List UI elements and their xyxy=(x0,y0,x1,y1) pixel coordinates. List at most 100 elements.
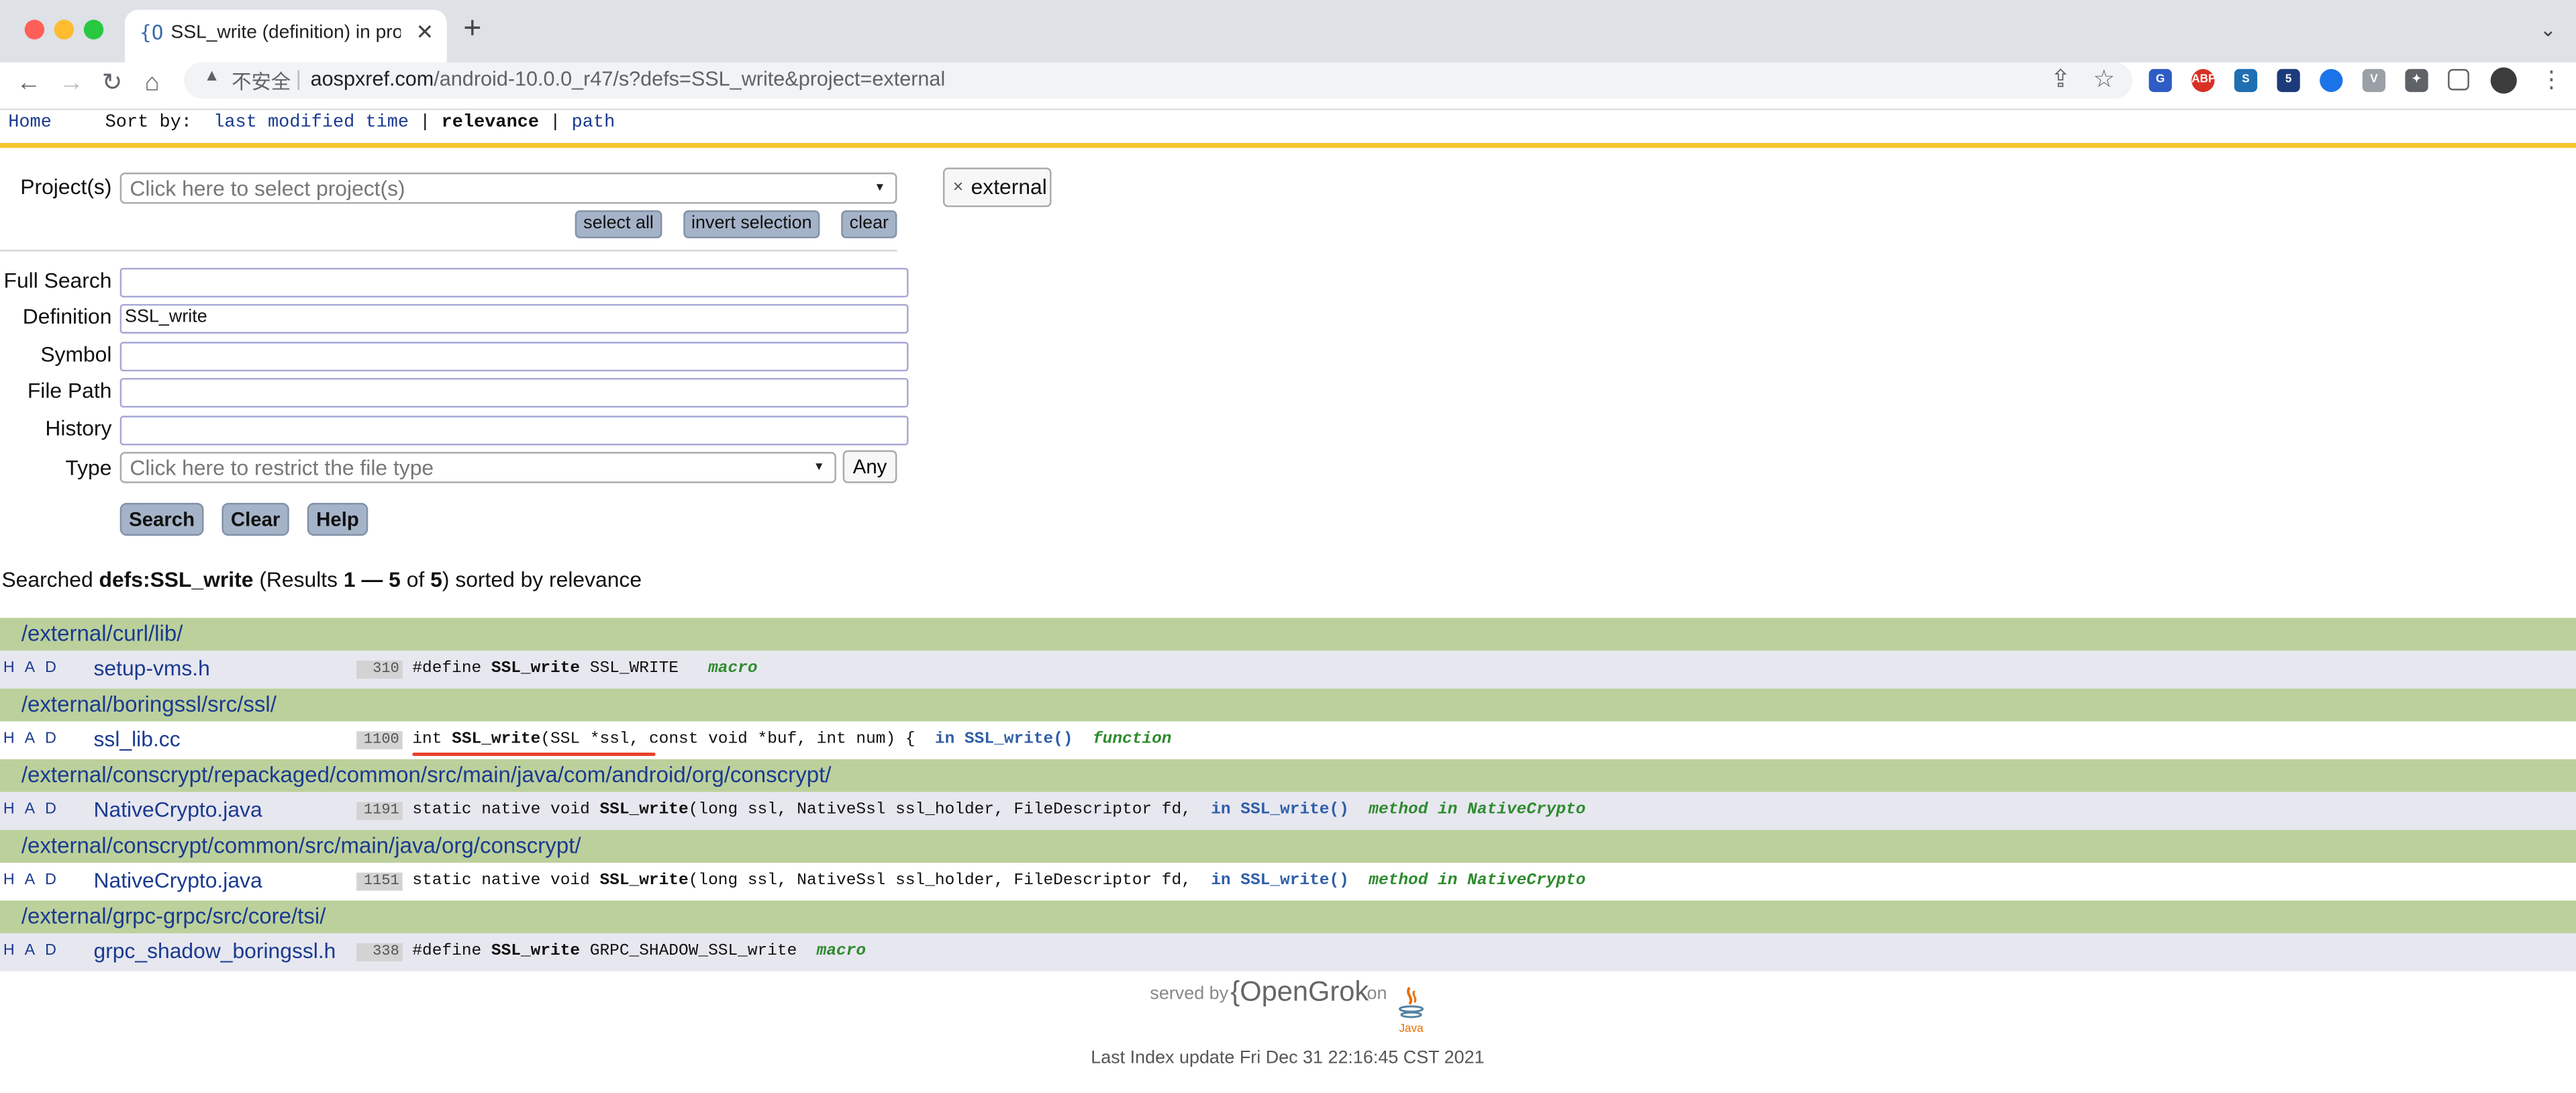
forward-arrow-icon[interactable]: → xyxy=(59,67,84,100)
new-tab-button[interactable]: + xyxy=(463,12,481,46)
history-label: History xyxy=(45,416,112,440)
select-all-button[interactable]: select all xyxy=(575,210,662,238)
minimize-window-button[interactable] xyxy=(54,19,75,40)
profile-avatar[interactable] xyxy=(2490,67,2517,94)
code-scope: in SSL_write() xyxy=(934,731,1073,750)
result-row: H A D setup-vms.h 310 #define SSL_write … xyxy=(0,651,2576,689)
extension-badge-count: 5 xyxy=(2285,74,2292,86)
summary-range-start: 1 xyxy=(343,567,356,592)
chrome-extension-icon[interactable] xyxy=(2320,68,2343,93)
code-snippet[interactable]: static native void SSL_write(long ssl, N… xyxy=(412,802,1585,820)
result-directory[interactable]: /external/grpc-grpc/src/core/tsi/ xyxy=(0,900,2576,934)
symbol-input[interactable] xyxy=(119,342,909,372)
result-directory[interactable]: /external/conscrypt/repackaged/common/sr… xyxy=(0,759,2576,792)
clear-projects-button[interactable]: clear xyxy=(841,210,897,238)
top-navigation: Home Sort by: last modified time | relev… xyxy=(0,109,2576,148)
result-file-link[interactable]: NativeCrypto.java xyxy=(94,797,262,822)
full-search-input[interactable] xyxy=(119,267,909,298)
last-index-update: Last Index update Fri Dec 31 22:16:45 CS… xyxy=(1091,1048,1485,1069)
history-annotate-download-links[interactable]: H A D xyxy=(3,942,60,960)
any-type-button[interactable]: Any xyxy=(842,450,897,483)
code-snippet[interactable]: static native void SSL_write(long ssl, N… xyxy=(412,873,1585,891)
code-suffix: (long ssl, NativeSsl ssl_holder, FileDes… xyxy=(688,872,1211,891)
result-row: H A D NativeCrypto.java 1191 static nati… xyxy=(0,792,2576,830)
chevron-down-icon[interactable]: ⌄ xyxy=(2540,18,2557,41)
symbol-label: Symbol xyxy=(40,342,112,367)
history-input[interactable] xyxy=(119,416,909,446)
opengrok-logo[interactable]: {OpenGrok xyxy=(1230,976,1369,1009)
summary-sorted: ) sorted by relevance xyxy=(442,567,642,592)
insecure-label[interactable]: 不安全 xyxy=(232,67,291,95)
history-annotate-download-links[interactable]: H A D xyxy=(3,730,60,748)
browser-tab-active[interactable]: {O SSL_write (definition) in projec ✕ xyxy=(125,9,447,63)
browser-toolbar: ← → ↻ ⌂ ▲ 不安全 | aospxref.com/android-10.… xyxy=(0,62,2576,110)
share-icon[interactable]: ⇪ xyxy=(2050,64,2071,94)
java-logo-label: Java xyxy=(1399,1021,1424,1035)
full-search-label: Full Search xyxy=(3,267,112,293)
sort-relevance-current: relevance xyxy=(441,113,540,134)
sort-by-label: Sort by: xyxy=(105,113,192,134)
sort-by-bar: Sort by: last modified time | relevance … xyxy=(105,113,615,133)
served-on-label: on xyxy=(1367,984,1387,1004)
file-path-input[interactable] xyxy=(119,377,909,408)
result-file-link[interactable]: grpc_shadow_boringssl.h xyxy=(94,939,336,963)
code-prefix: static native void xyxy=(412,802,600,820)
summary-query: defs:SSL_write xyxy=(99,567,254,592)
back-arrow-icon[interactable]: ← xyxy=(16,67,41,100)
history-annotate-download-links[interactable]: H A D xyxy=(3,659,60,677)
translate-extension-icon[interactable]: G xyxy=(2148,68,2172,93)
code-snippet[interactable]: int SSL_write(SSL *ssl, const void *buf,… xyxy=(412,731,1171,749)
home-icon[interactable]: ⌂ xyxy=(144,67,159,100)
code-snippet[interactable]: #define SSL_write GRPC_SHADOW_SSL_write … xyxy=(412,943,866,961)
history-annotate-download-links[interactable]: H A D xyxy=(3,800,60,818)
puzzle-extensions-icon[interactable]: ✦ xyxy=(2405,68,2428,93)
search-button[interactable]: Search xyxy=(119,502,204,536)
url-host: aospxref.com xyxy=(310,67,434,91)
java-logo-icon[interactable]: Java xyxy=(1395,984,1428,1037)
result-directory[interactable]: /external/curl/lib/ xyxy=(0,618,2576,651)
close-tab-icon[interactable]: ✕ xyxy=(415,19,434,46)
more-menu-icon[interactable]: ⋮ xyxy=(2540,66,2563,94)
sort-last-modified-link[interactable]: last modified time xyxy=(213,113,409,133)
opengrok-page: Home Sort by: last modified time | relev… xyxy=(0,109,2576,1093)
clear-button[interactable]: Clear xyxy=(221,502,289,536)
remove-chip-icon[interactable]: × xyxy=(953,169,964,205)
type-placeholder: Click here to restrict the file type xyxy=(130,455,434,480)
help-button[interactable]: Help xyxy=(307,502,368,536)
result-directory[interactable]: /external/conscrypt/common/src/main/java… xyxy=(0,830,2576,863)
code-kind: method in NativeCrypto xyxy=(1369,802,1586,820)
url-path: /android-10.0.0_r47/s?defs=SSL_write&pro… xyxy=(434,67,946,91)
line-number-link[interactable]: 1191 xyxy=(356,802,403,820)
project-select[interactable]: Click here to select project(s) ▼ xyxy=(119,173,897,204)
definition-input[interactable]: SSL_write xyxy=(119,303,909,334)
reload-icon[interactable]: ↻ xyxy=(102,67,123,100)
sort-path-link[interactable]: path xyxy=(572,113,615,133)
home-link[interactable]: Home xyxy=(8,113,52,133)
address-bar[interactable]: ▲ 不安全 | aospxref.com/android-10.0.0_r47/… xyxy=(184,62,2133,99)
result-file-link[interactable]: setup-vms.h xyxy=(94,656,210,681)
result-directory[interactable]: /external/boringssl/src/ssl/ xyxy=(0,688,2576,722)
extension-badge-icon[interactable]: 5 xyxy=(2277,68,2300,93)
code-suffix: (long ssl, NativeSsl ssl_holder, FileDes… xyxy=(688,802,1211,820)
code-snippet[interactable]: #define SSL_write SSL_WRITE macro xyxy=(412,661,757,679)
close-window-button[interactable] xyxy=(24,19,45,40)
result-file-link[interactable]: NativeCrypto.java xyxy=(94,867,262,892)
line-number-link[interactable]: 338 xyxy=(356,943,403,961)
sort-separator: | xyxy=(419,113,431,134)
code-kind: function xyxy=(1092,731,1172,750)
bookmark-star-icon[interactable]: ☆ xyxy=(2093,64,2115,94)
side-panel-icon[interactable] xyxy=(2448,68,2469,91)
line-number-link[interactable]: 310 xyxy=(356,660,403,679)
extension-s-icon[interactable]: S xyxy=(2234,68,2258,93)
adblock-plus-icon[interactable]: ABP xyxy=(2191,68,2216,93)
type-select[interactable]: Click here to restrict the file type ▼ xyxy=(119,452,836,483)
invert-selection-button[interactable]: invert selection xyxy=(683,210,820,238)
url-text[interactable]: aospxref.com/android-10.0.0_r47/s?defs=S… xyxy=(311,67,946,90)
result-file-link[interactable]: ssl_lib.cc xyxy=(94,726,181,751)
history-annotate-download-links[interactable]: H A D xyxy=(3,871,60,889)
line-number-link[interactable]: 1151 xyxy=(356,872,403,891)
omnibox-divider: | xyxy=(295,65,301,91)
line-number-link[interactable]: 1100 xyxy=(356,731,403,750)
extension-v-icon[interactable]: V xyxy=(2362,68,2386,93)
maximize-window-button[interactable] xyxy=(83,19,104,40)
